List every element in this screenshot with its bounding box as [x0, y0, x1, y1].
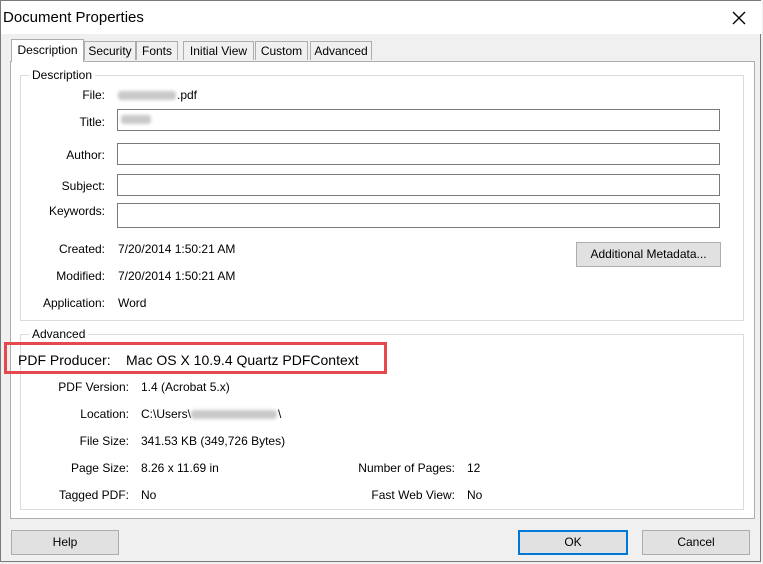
fast-web-view-label: Fast Web View:: [371, 488, 455, 502]
modified-value: 7/20/2014 1:50:21 AM: [118, 269, 236, 283]
created-value: 7/20/2014 1:50:21 AM: [118, 242, 236, 256]
file-extension: .pdf: [177, 88, 198, 102]
title-label: Title:: [79, 115, 105, 129]
modified-label: Modified:: [56, 269, 105, 283]
location-label: Location:: [80, 407, 129, 421]
page-size-label: Page Size:: [70, 461, 129, 475]
title-bar: Document Properties: [1, 1, 762, 34]
close-button[interactable]: [716, 1, 762, 34]
pdf-producer-highlight-box: [4, 342, 387, 374]
subject-label: Subject:: [61, 179, 105, 193]
tagged-pdf-value: No: [141, 488, 157, 502]
description-legend: Description: [29, 68, 96, 82]
document-properties-dialog: Document Properties Description Security…: [0, 0, 762, 562]
tab-security[interactable]: Security: [84, 41, 136, 60]
file-size-label: File Size:: [79, 434, 129, 448]
application-label: Application:: [42, 296, 105, 310]
author-field[interactable]: [117, 143, 720, 165]
file-label: File:: [82, 88, 105, 102]
pdf-version-label: PDF Version:: [58, 380, 129, 394]
window-title: Document Properties: [3, 9, 144, 26]
fast-web-view-value: No: [467, 488, 483, 502]
redacted-username: [191, 410, 278, 420]
location-suffix: \: [278, 407, 282, 421]
redacted-title: [121, 115, 151, 125]
tab-advanced[interactable]: Advanced: [310, 41, 372, 60]
help-button[interactable]: Help: [11, 530, 119, 555]
file-size-value: 341.53 KB (349,726 Bytes): [141, 434, 286, 448]
cancel-button[interactable]: Cancel: [642, 530, 750, 555]
tab-custom[interactable]: Custom: [255, 41, 308, 60]
redacted-filename: [118, 91, 176, 101]
keywords-label: Keywords:: [48, 204, 105, 218]
tab-panel-description: Description File: .pdf Title: Author: Su…: [10, 61, 755, 519]
application-value: Word: [118, 296, 147, 310]
number-of-pages-value: 12: [467, 461, 481, 475]
advanced-legend: Advanced: [29, 327, 89, 341]
close-icon: [732, 11, 746, 24]
tagged-pdf-label: Tagged PDF:: [58, 488, 129, 502]
ok-button[interactable]: OK: [518, 530, 628, 555]
subject-field[interactable]: [117, 174, 720, 196]
page-size-value: 8.26 x 11.69 in: [141, 461, 219, 475]
tab-initial-view[interactable]: Initial View: [183, 41, 254, 60]
tab-description[interactable]: Description: [11, 39, 84, 62]
keywords-field[interactable]: [117, 203, 720, 228]
file-value: .pdf: [118, 88, 197, 102]
title-field[interactable]: [117, 109, 720, 131]
additional-metadata-button[interactable]: Additional Metadata...: [576, 242, 721, 267]
created-label: Created:: [58, 242, 105, 256]
number-of-pages-label: Number of Pages:: [358, 461, 455, 475]
location-value: C:\Users\ \: [141, 407, 281, 421]
author-label: Author:: [66, 148, 105, 162]
pdf-version-value: 1.4 (Acrobat 5.x): [141, 380, 230, 394]
location-prefix: C:\Users\: [141, 407, 192, 421]
tab-fonts[interactable]: Fonts: [136, 41, 178, 60]
